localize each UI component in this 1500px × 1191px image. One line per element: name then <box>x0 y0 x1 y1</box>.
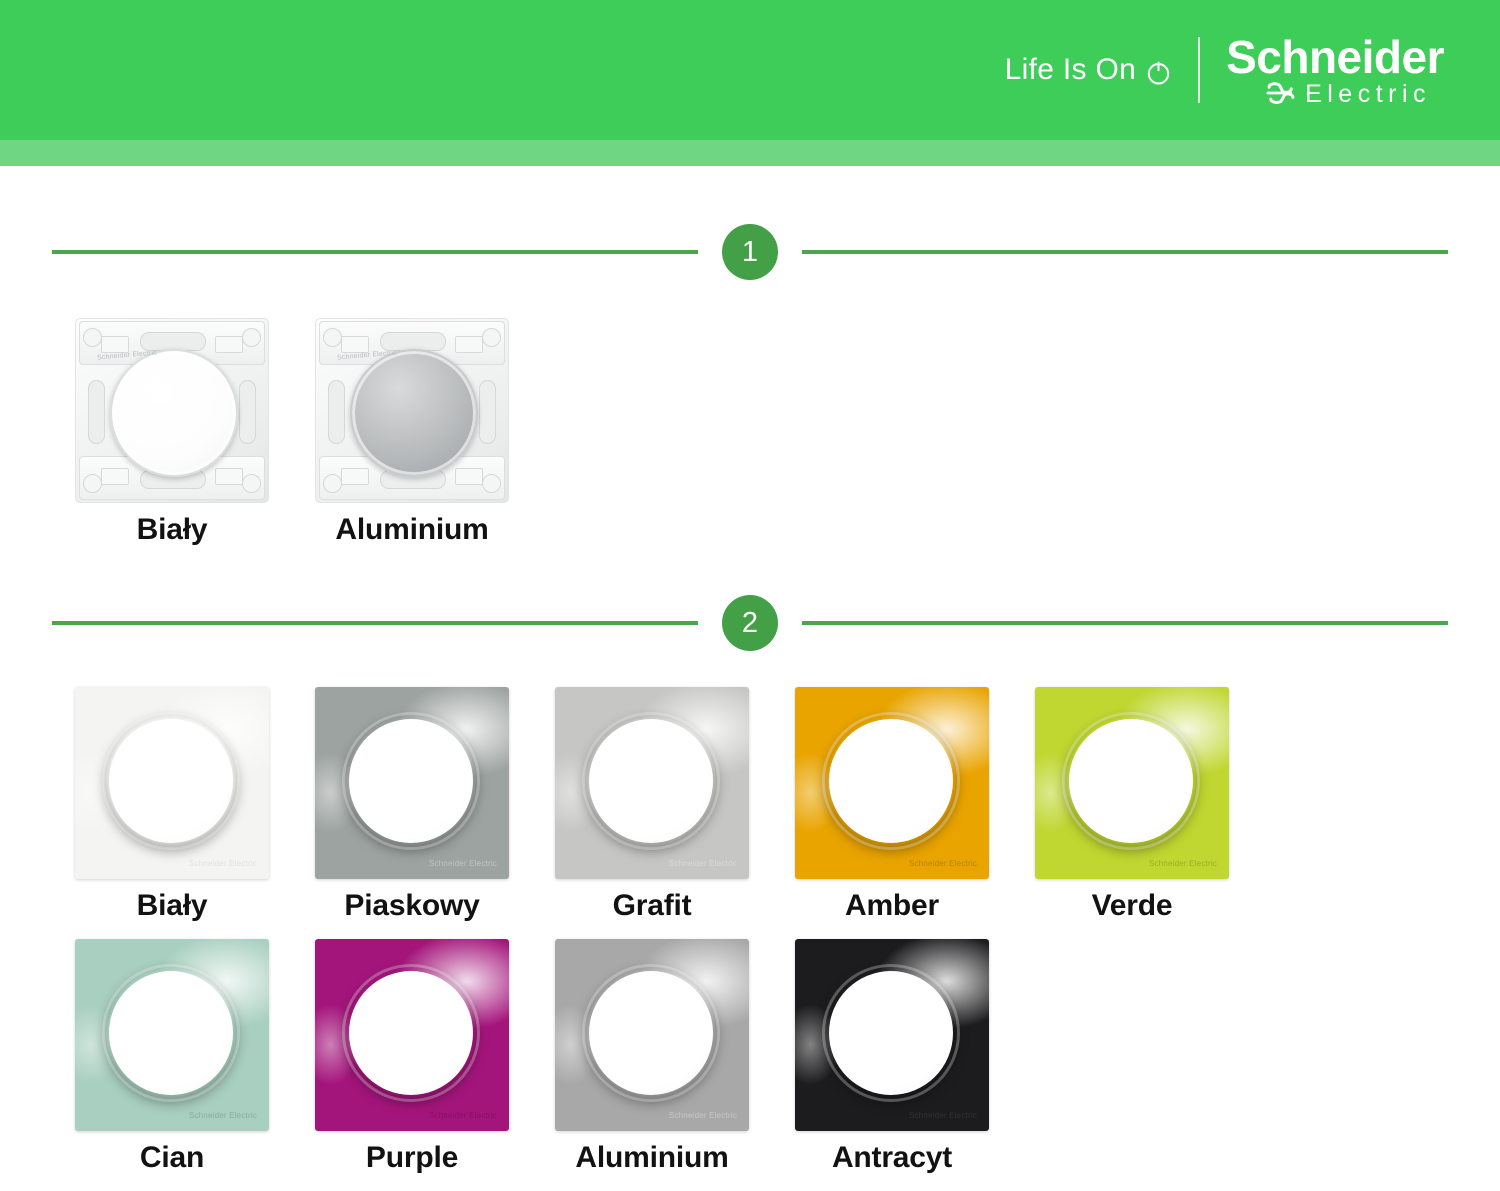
product-card-faceplate[interactable]: Schneider Electric Aluminium <box>532 939 772 1175</box>
life-is-on-tagline: Life Is On <box>1005 53 1172 87</box>
rocker-button[interactable] <box>110 349 238 477</box>
tagline-text: Life Is On <box>1004 53 1137 86</box>
product-card-mechanism[interactable]: Schneider Electric Biały <box>52 318 292 547</box>
power-icon <box>1145 59 1172 86</box>
faceplate-image: Schneider Electric <box>75 687 269 879</box>
product-card-faceplate[interactable]: Schneider Electric Grafit <box>532 687 772 923</box>
schneider-bolt-icon <box>1264 82 1298 106</box>
brand-lockup: Life Is On Schneider Electric <box>1005 34 1445 107</box>
rocker-button[interactable] <box>1069 719 1193 843</box>
faceplate-brand-mark: Schneider Electric <box>1148 858 1217 868</box>
faceplate-brand-mark: Schneider Electric <box>428 1110 497 1120</box>
rocker-button[interactable] <box>829 719 953 843</box>
section-faceplates: Schneider Electric Biały Schneider Electri… <box>0 687 1500 1191</box>
product-label: Piaskowy <box>344 889 480 922</box>
product-card-faceplate[interactable]: Schneider Electric Amber <box>772 687 1012 923</box>
rocker-button[interactable] <box>109 719 233 843</box>
mechanism-image: Schneider Electric <box>315 318 509 503</box>
product-card-mechanism[interactable]: Schneider Electric Aluminium <box>292 318 532 547</box>
faceplate-brand-mark: Schneider Electric <box>428 858 497 868</box>
step-badge-2: 2 <box>722 595 778 651</box>
faceplate-image: Schneider Electric <box>795 939 989 1131</box>
product-card-faceplate[interactable]: Schneider Electric Cian <box>52 939 292 1175</box>
mechanism-image: Schneider Electric <box>75 318 269 503</box>
schneider-electric-logo: Schneider Electric <box>1226 34 1444 107</box>
rocker-button[interactable] <box>589 971 713 1095</box>
rocker-button[interactable] <box>109 971 233 1095</box>
product-label: Aluminium <box>335 513 489 546</box>
faceplate-image: Schneider Electric <box>555 687 749 879</box>
faceplate-image: Schneider Electric <box>555 939 749 1131</box>
rocker-button[interactable] <box>349 719 473 843</box>
step-rule-left <box>52 250 698 254</box>
product-label: Biały <box>136 889 208 922</box>
faceplate-image: Schneider Electric <box>795 687 989 879</box>
step-divider-1: 1 <box>0 224 1500 280</box>
product-card-faceplate[interactable]: Schneider Electric Verde <box>1012 687 1252 923</box>
faceplate-grid: Schneider Electric Biały Schneider Electri… <box>52 687 1448 1191</box>
faceplate-brand-mark: Schneider Electric <box>188 858 257 868</box>
brand-divider <box>1198 37 1201 103</box>
product-card-faceplate[interactable]: Schneider Electric Biały <box>52 687 292 923</box>
faceplate-brand-mark: Schneider Electric <box>188 1110 257 1120</box>
step-rule-right <box>802 621 1448 625</box>
product-label: Amber <box>844 889 940 922</box>
product-card-faceplate[interactable]: Schneider Electric Piaskowy <box>292 687 532 923</box>
faceplate-brand-mark: Schneider Electric <box>908 858 977 868</box>
product-label: Verde <box>1091 889 1173 922</box>
product-label: Biały <box>136 513 208 546</box>
rocker-button[interactable] <box>350 349 478 477</box>
step-rule-right <box>802 250 1448 254</box>
brand-sub-text: Electric <box>1305 79 1432 108</box>
rocker-button[interactable] <box>829 971 953 1095</box>
brand-name: Schneider <box>1226 30 1444 83</box>
faceplate-image: Schneider Electric <box>315 687 509 879</box>
faceplate-image: Schneider Electric <box>75 939 269 1131</box>
rocker-button[interactable] <box>589 719 713 843</box>
brand-sub-lockup: Electric <box>1264 79 1432 108</box>
header-accent-stripe <box>0 140 1500 166</box>
product-card-faceplate[interactable]: Schneider Electric Purple <box>292 939 532 1175</box>
mechanism-grid: Schneider Electric Biały Schneider Elect… <box>52 318 1448 547</box>
product-label: Grafit <box>612 889 692 922</box>
faceplate-brand-mark: Schneider Electric <box>908 1110 977 1120</box>
step-badge-1: 1 <box>722 224 778 280</box>
step-divider-2: 2 <box>0 595 1500 651</box>
rocker-button[interactable] <box>349 971 473 1095</box>
step-rule-left <box>52 621 698 625</box>
faceplate-image: Schneider Electric <box>315 939 509 1131</box>
faceplate-brand-mark: Schneider Electric <box>668 1110 737 1120</box>
faceplate-image: Schneider Electric <box>1035 687 1229 879</box>
faceplate-brand-mark: Schneider Electric <box>668 858 737 868</box>
section-mechanisms: Schneider Electric Biały Schneider Elect… <box>0 318 1500 547</box>
page-header: Life Is On Schneider Electric <box>0 0 1500 140</box>
product-card-faceplate[interactable]: Schneider Electric Antracyt <box>772 939 1012 1175</box>
